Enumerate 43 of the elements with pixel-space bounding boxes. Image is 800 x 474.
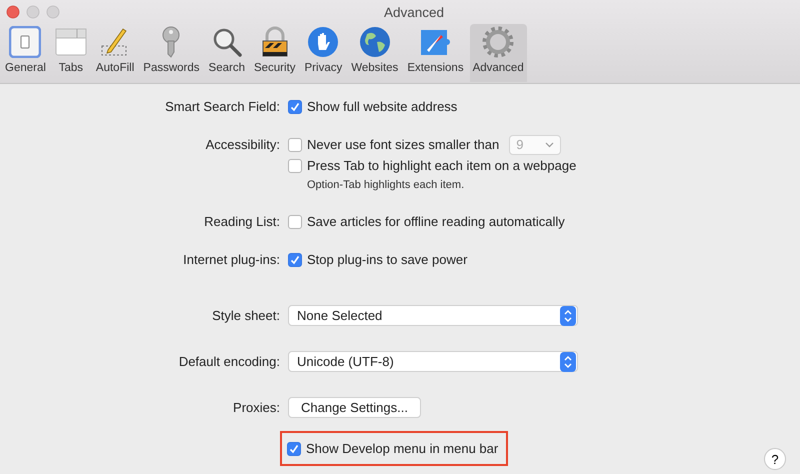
setting-label: Style sheet: (212, 307, 280, 325)
window-title: Advanced (384, 4, 444, 20)
checkbox-box[interactable] (288, 252, 302, 266)
gear-icon (482, 26, 514, 58)
caret-icon (545, 142, 554, 148)
toolbar-tab[interactable]: Advanced (470, 24, 527, 82)
stepper-arrows-icon (560, 306, 576, 326)
setting-label: Default encoding: (178, 353, 280, 371)
checkbox-box[interactable] (288, 158, 302, 172)
switch-icon (9, 26, 42, 58)
toolbar-tab[interactable]: Passwords (140, 24, 203, 82)
toolbar-tab[interactable]: Extensions (404, 24, 467, 82)
toolbar-tab[interactable]: AutoFill (92, 24, 138, 82)
checkbox[interactable]: Press Tab to highlight each item on a webpage (288, 158, 576, 173)
setting-label: Internet plug-ins: (183, 251, 280, 269)
popup-menu[interactable]: Unicode (UTF-8) (288, 351, 578, 372)
setting-label: Accessibility: (206, 136, 280, 154)
hand-icon (307, 26, 340, 58)
checkbox[interactable]: Show Develop menu in menu bar (287, 441, 498, 456)
help-button[interactable]: ? (764, 448, 786, 470)
toolbar-tab[interactable]: Tabs (52, 24, 90, 82)
stepper-arrows-icon (560, 352, 576, 372)
toolbar-tab[interactable]: General (2, 24, 49, 82)
change-settings-button[interactable]: Change Settings... (288, 397, 421, 418)
setting-label: Proxies: (233, 399, 280, 417)
toolbar-tab[interactable]: Privacy (302, 24, 346, 82)
popup-menu[interactable]: None Selected (288, 305, 578, 326)
setting-label: Smart Search Field: (165, 98, 280, 116)
checkbox[interactable]: Never use font sizes smaller than (288, 137, 500, 152)
toolbar-tab[interactable]: Security (250, 24, 299, 82)
checkbox-box[interactable] (288, 138, 302, 152)
checkbox-box[interactable] (288, 100, 302, 114)
globe-icon (358, 26, 391, 58)
tabs-icon (54, 26, 87, 58)
toolbar-tab[interactable]: Search (206, 24, 248, 82)
checkbox[interactable]: Show full website address (288, 99, 458, 114)
setting-label: Reading List: (204, 213, 280, 231)
checkbox-box[interactable] (288, 214, 302, 228)
toolbar-tab[interactable]: Websites (348, 24, 402, 82)
hint-text: Option-Tab highlights each item. (306, 178, 466, 193)
checkbox[interactable]: Save articles for offline reading automatically (288, 214, 565, 229)
checkbox[interactable]: Stop plug-ins to save power (288, 252, 468, 267)
checkbox-box[interactable] (287, 442, 301, 456)
